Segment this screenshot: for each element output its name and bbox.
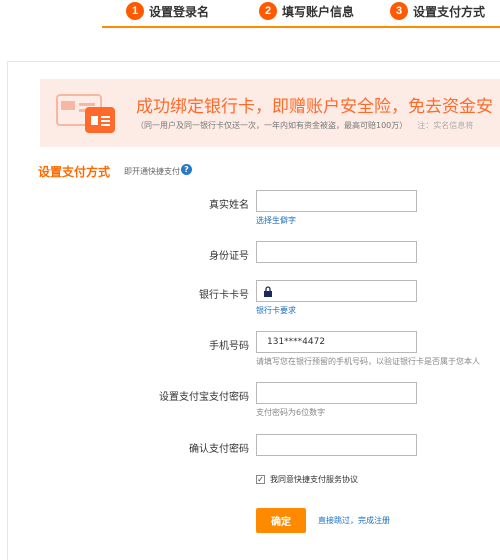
step-number: 1: [126, 2, 144, 20]
phone-hint: 请填写您在银行预留的手机号码，以验证银行卡是否属于您本人: [256, 357, 480, 366]
rare-character-link[interactable]: 选择生僻字: [256, 215, 296, 226]
phone-label: 手机号码: [209, 341, 249, 352]
skip-link[interactable]: 直接跳过，完成注册: [318, 515, 390, 526]
section-subtitle: 即开通快捷支付: [124, 167, 180, 176]
payment-setup-card: 成功绑定银行卡，即赠账户安全险，免去资金安 （同一用户及同一银行卡仅送一次，一年…: [7, 61, 500, 560]
lock-icon: [264, 286, 272, 297]
bank-card-label: 银行卡卡号: [199, 290, 249, 301]
help-icon[interactable]: ?: [181, 164, 192, 175]
banner-note: 注：实名信息将: [417, 121, 474, 130]
real-name-input[interactable]: [256, 190, 417, 212]
phone-input[interactable]: 131****4472: [256, 331, 417, 353]
step-2: 2 填写账户信息: [259, 0, 354, 22]
bank-card-requirements-link[interactable]: 银行卡要求: [256, 305, 296, 316]
confirm-password-input[interactable]: [256, 434, 417, 456]
step-label: 设置登录名: [149, 4, 210, 19]
step-1: 1 设置登录名: [126, 0, 209, 22]
security-banner: 成功绑定银行卡，即赠账户安全险，免去资金安 （同一用户及同一银行卡仅送一次，一年…: [40, 79, 500, 147]
pay-password-input[interactable]: [256, 382, 417, 404]
bank-card-shield-icon: [55, 89, 121, 137]
agreement-label[interactable]: 我同意快捷支付服务协议: [270, 474, 358, 485]
agreement-row: ✓ 我同意快捷支付服务协议: [256, 474, 358, 485]
pay-password-label: 设置支付宝支付密码: [159, 392, 249, 403]
real-name-label: 真实姓名: [209, 200, 249, 211]
step-label: 填写账户信息: [282, 4, 355, 19]
id-number-input[interactable]: [256, 241, 417, 263]
pay-password-hint: 支付密码为6位数字: [256, 408, 326, 417]
step-number: 2: [259, 2, 277, 20]
bank-card-input[interactable]: [256, 280, 417, 302]
section-title: 设置支付方式: [38, 165, 111, 179]
progress-steps: 1 设置登录名 2 填写账户信息 3 设置支付方式: [0, 0, 500, 35]
confirm-button[interactable]: 确定: [256, 508, 306, 533]
banner-subtitle-text: （同一用户及同一银行卡仅送一次，一年内如有资金被盗，最高可赔100万）: [136, 121, 408, 130]
banner-subtitle: （同一用户及同一银行卡仅送一次，一年内如有资金被盗，最高可赔100万） 注：实名信…: [136, 120, 473, 131]
banner-title: 成功绑定银行卡，即赠账户安全险，免去资金安: [136, 97, 493, 117]
id-number-label: 身份证号: [209, 251, 249, 262]
agreement-checkbox[interactable]: ✓: [256, 475, 265, 484]
confirm-password-label: 确认支付密码: [189, 444, 249, 455]
step-number: 3: [390, 2, 408, 20]
step-label: 设置支付方式: [413, 4, 486, 19]
step-progress-line: [102, 26, 500, 28]
step-3: 3 设置支付方式: [390, 0, 485, 22]
